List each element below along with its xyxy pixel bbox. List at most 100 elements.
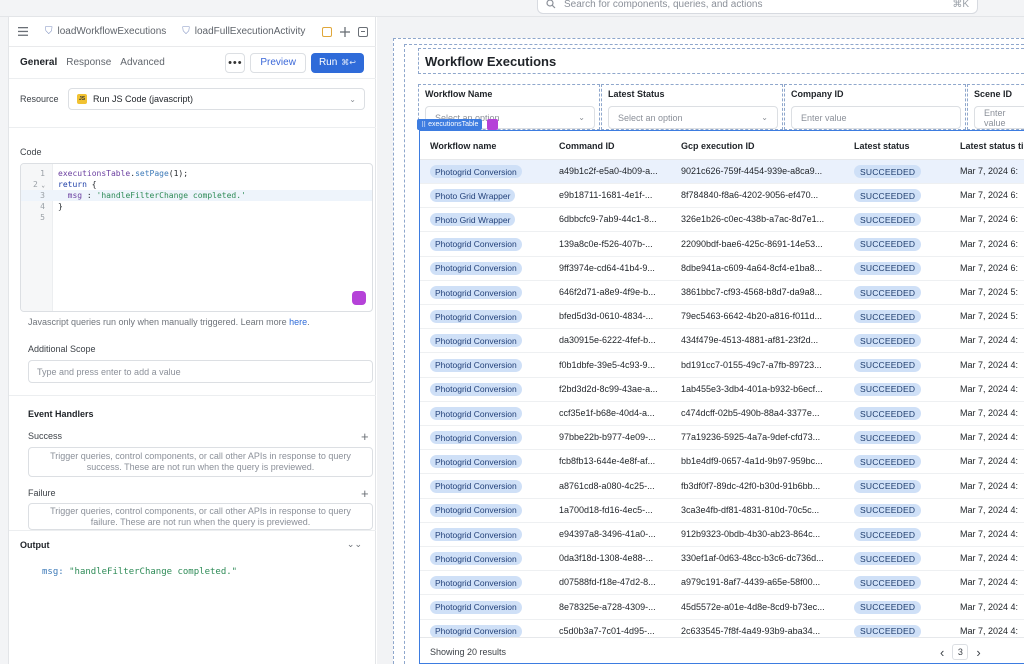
command-id-cell: 97bbe22b-b977-4e09-... <box>559 432 656 443</box>
column-header[interactable]: Latest status <box>854 141 910 151</box>
column-header[interactable]: Command ID <box>559 141 615 151</box>
table-row[interactable]: Photogrid Conversion 97bbe22b-b977-4e09-.… <box>420 426 1024 451</box>
collapse-icon[interactable]: ⌄⌄ <box>347 539 376 550</box>
latest-status-time-cell: Mar 7, 2024 6: <box>960 262 1019 273</box>
table-row[interactable]: Photogrid Conversion 646f2d71-a8e9-4f9e-b… <box>420 281 1024 305</box>
code-editor[interactable]: 1 executionsTable.setPage(1); 2 ⌄ return {… <box>20 163 373 312</box>
filter-scene-id[interactable]: Scene ID Enter value <box>967 84 1024 130</box>
table-row[interactable]: Photogrid Conversion 139a8c0e-f526-407b-.… <box>420 233 1024 257</box>
search-placeholder: Search for components, queries, and acti… <box>564 0 763 10</box>
ai-assist-icon[interactable] <box>352 291 366 305</box>
learn-more-link[interactable]: here <box>289 317 307 327</box>
results-count: Showing 20 results <box>430 647 507 657</box>
command-id-cell: d07588fd-f18e-47d2-8... <box>559 577 656 588</box>
bookmark-icon[interactable] <box>322 26 332 37</box>
status-badge: SUCCEEDED <box>854 528 922 541</box>
table-row[interactable]: Photogrid Conversion bfed5d3d-0610-4834-.… <box>420 305 1024 330</box>
status-badge: SUCCEEDED <box>854 624 922 638</box>
code-line: 1 executionsTable.setPage(1); <box>40 169 189 178</box>
success-label: Success <box>28 431 63 441</box>
filter-latest-status[interactable]: Latest Status Select an option ⌄ <box>601 84 783 130</box>
query-tab[interactable]: ⛉ loadFullExecutionActivity <box>174 26 313 37</box>
status-badge: SUCCEEDED <box>854 552 922 566</box>
resource-select[interactable]: JS Run JS Code (javascript) ⌄ <box>68 88 365 110</box>
top-bar: Search for components, queries, and acti… <box>0 0 1024 17</box>
command-id-cell: 8e78325e-a728-4309-... <box>559 601 656 612</box>
success-handler-box[interactable]: Trigger queries, control components, or … <box>28 447 373 477</box>
query-tab[interactable]: ⛉ loadWorkflowExecutions <box>37 26 174 37</box>
add-failure-handler-icon[interactable]: + <box>361 487 369 500</box>
company-id-input[interactable]: Enter value <box>791 106 961 129</box>
component-tag[interactable]: ⠿ executionsTable <box>417 119 483 130</box>
chevron-down-icon: ⌄ <box>761 113 768 122</box>
table-row[interactable]: Photo Grid Wrapper 6dbbcfc9-7ab9-44c1-8..… <box>420 208 1024 233</box>
status-badge: SUCCEEDED <box>854 382 922 396</box>
status-badge: SUCCEEDED <box>854 479 922 493</box>
table-row[interactable]: Photogrid Conversion 0da3f18d-1308-4e88-.… <box>420 547 1024 572</box>
gcp-execution-id-cell: 8f784840-f8a6-4202-9056-ef470... <box>681 190 819 201</box>
table-row[interactable]: Photogrid Conversion fcb8fb13-644e-4e8f-a… <box>420 450 1024 475</box>
minimize-panel-icon[interactable] <box>358 26 368 37</box>
preview-button[interactable]: Preview <box>250 52 306 73</box>
workflow-name-tag: Photogrid Conversion <box>430 503 522 517</box>
table-row[interactable]: Photogrid Conversion da30915e-6222-4fef-b… <box>420 329 1024 354</box>
prev-page-button[interactable]: ‹ <box>940 645 944 660</box>
command-id-cell: bfed5d3d-0610-4834-... <box>559 311 654 322</box>
table-row[interactable]: Photogrid Conversion a8761cd8-a080-4c25-.… <box>420 475 1024 499</box>
table-row[interactable]: Photogrid Conversion f0b1dbfe-39e5-4c93-9… <box>420 354 1024 378</box>
executions-table[interactable]: Workflow name Command ID Gcp execution I… <box>419 130 1024 664</box>
global-search-input[interactable]: Search for components, queries, and acti… <box>537 0 978 14</box>
table-row[interactable]: Photogrid Conversion d07588fd-f18e-47d2-8… <box>420 571 1024 596</box>
latest-status-time-cell: Mar 7, 2024 4: <box>960 359 1019 370</box>
tab-advanced[interactable]: Advanced <box>120 57 164 68</box>
latest-status-time-cell: Mar 7, 2024 4: <box>960 625 1019 636</box>
latest-status-select[interactable]: Select an option ⌄ <box>608 106 778 129</box>
more-options-button[interactable]: ••• <box>225 52 246 73</box>
table-row[interactable]: Photogrid Conversion 9ff3974e-cd64-41b4-9… <box>420 257 1024 281</box>
table-row[interactable]: Photogrid Conversion 1a700d18-fd16-4ec5-.… <box>420 499 1024 523</box>
chevron-down-icon: ⌄ <box>349 94 356 104</box>
command-id-cell: a8761cd8-a080-4c25-... <box>559 480 655 491</box>
latest-status-time-cell: Mar 7, 2024 6: <box>960 214 1019 225</box>
workflow-name-tag: Photogrid Conversion <box>430 358 522 372</box>
tab-response[interactable]: Response <box>66 57 111 68</box>
column-header[interactable]: Latest status ti <box>960 141 1024 151</box>
workflow-name-tag: Photo Grid Wrapper <box>430 213 516 227</box>
table-row[interactable]: Photogrid Conversion 8e78325e-a728-4309-.… <box>420 596 1024 620</box>
latest-status-time-cell: Mar 7, 2024 4: <box>960 553 1019 564</box>
hamburger-menu-icon[interactable] <box>9 27 37 36</box>
failure-handler-box[interactable]: Trigger queries, control components, or … <box>28 503 373 530</box>
status-badge: SUCCEEDED <box>854 455 922 469</box>
component-settings-icon[interactable] <box>487 119 498 130</box>
workflow-name-tag: Photogrid Conversion <box>430 624 522 638</box>
command-id-cell: 0da3f18d-1308-4e88-... <box>559 553 654 564</box>
latest-status-time-cell: Mar 7, 2024 6: <box>960 166 1019 176</box>
latest-status-time-cell: Mar 7, 2024 6: <box>960 190 1019 201</box>
run-button[interactable]: Run ⌘↩ <box>310 52 364 73</box>
add-tab-icon[interactable] <box>340 26 350 37</box>
table-row[interactable]: Photogrid Conversion e94397a8-3496-41a0-.… <box>420 523 1024 547</box>
scene-id-input[interactable]: Enter value <box>974 106 1024 129</box>
page-number[interactable]: 3 <box>952 644 969 660</box>
latest-status-time-cell: Mar 7, 2024 4: <box>960 504 1019 515</box>
filter-company-id[interactable]: Company ID Enter value <box>784 84 966 130</box>
add-success-handler-icon[interactable]: + <box>361 430 369 443</box>
column-header[interactable]: Workflow name <box>430 141 496 151</box>
output-value: msg: "handleFilterChange completed." <box>42 567 238 577</box>
command-id-cell: e9b18711-1681-4e1f-... <box>559 190 653 201</box>
next-page-button[interactable]: › <box>976 645 980 660</box>
table-footer: Showing 20 results ‹ 3 › <box>420 637 1024 663</box>
tab-general[interactable]: General <box>20 57 57 68</box>
table-row[interactable]: Photogrid Conversion ccf35e1f-b68e-40d4-a… <box>420 402 1024 426</box>
output-label: Output <box>20 539 50 550</box>
command-id-cell: c5d0b3a7-7c01-4d95-... <box>559 625 655 636</box>
page-title[interactable]: Workflow Executions <box>418 48 1024 74</box>
table-row[interactable]: Photogrid Conversion f2bd3d2d-8c99-43ae-a… <box>420 378 1024 402</box>
status-badge: SUCCEEDED <box>854 310 922 324</box>
additional-scope-input[interactable]: Type and press enter to add a value <box>28 360 373 383</box>
table-row[interactable]: Photo Grid Wrapper e9b18711-1681-4e1f-...… <box>420 184 1024 209</box>
table-row[interactable]: Photogrid Conversion a49b1c2f-e5a0-4b09-a… <box>420 160 1024 184</box>
command-id-cell: f2bd3d2d-8c99-43ae-a... <box>559 383 658 394</box>
column-header[interactable]: Gcp execution ID <box>681 141 755 151</box>
status-badge: SUCCEEDED <box>854 189 922 203</box>
